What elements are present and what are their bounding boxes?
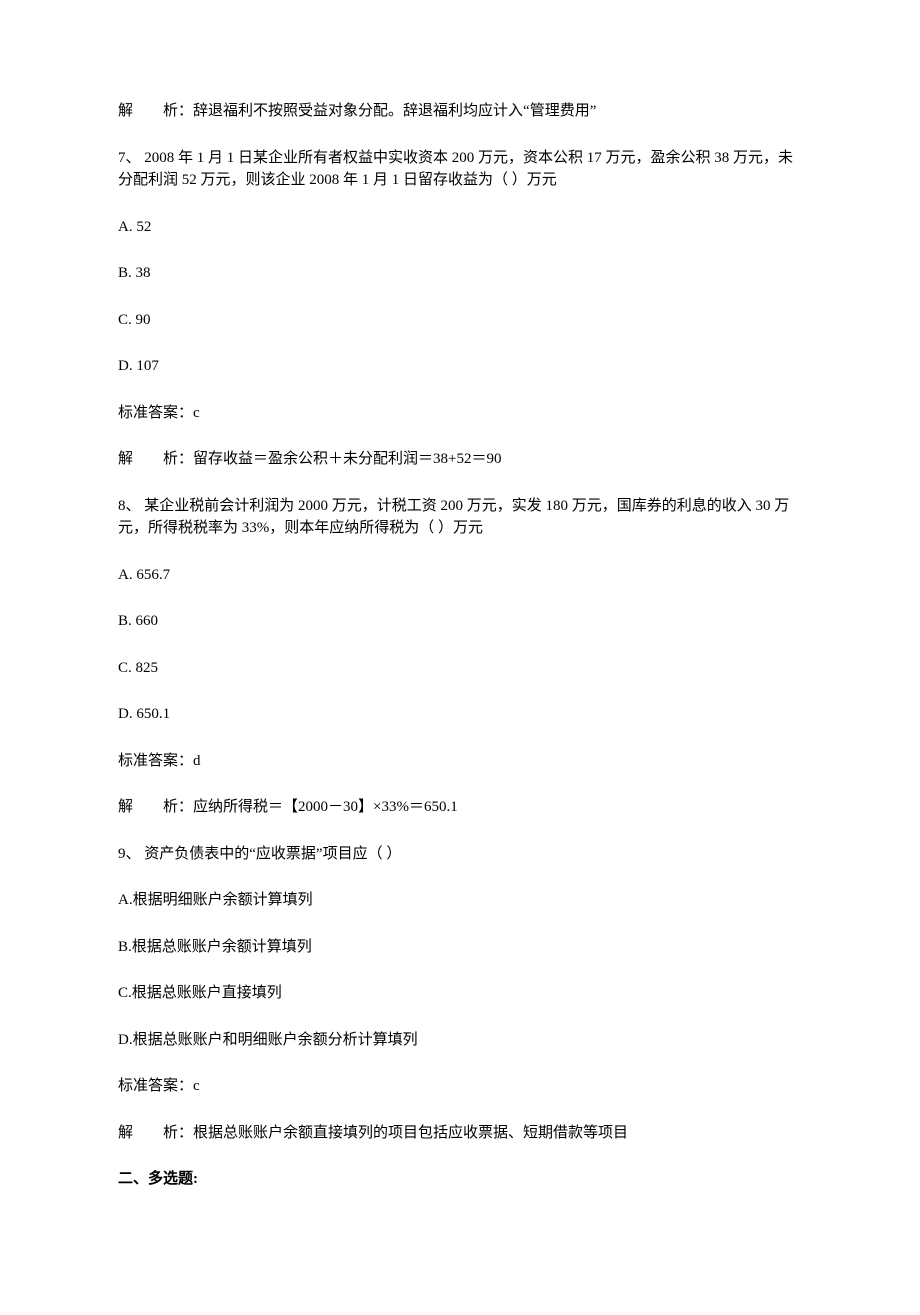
question-8-stem: 8、 某企业税前会计利润为 2000 万元，计税工资 200 万元，实发 180… [118, 495, 802, 540]
analysis-6: 解 析：辞退福利不按照受益对象分配。辞退福利均应计入“管理费用” [118, 100, 802, 123]
question-7-answer: 标准答案：c [118, 402, 802, 425]
analysis-gap [133, 799, 163, 815]
analysis-label: 解 [118, 451, 133, 467]
question-8-option-c: C. 825 [118, 657, 802, 680]
analysis-7: 解 析：留存收益＝盈余公积＋未分配利润＝38+52＝90 [118, 448, 802, 471]
question-7-stem: 7、 2008 年 1 月 1 日某企业所有者权益中实收资本 200 万元，资本… [118, 147, 802, 192]
question-9-option-d: D.根据总账账户和明细账户余额分析计算填列 [118, 1029, 802, 1052]
question-7-option-b: B. 38 [118, 262, 802, 285]
section-2-heading: 二、多选题: [118, 1168, 802, 1191]
question-8-option-d: D. 650.1 [118, 703, 802, 726]
analysis-text: 析：辞退福利不按照受益对象分配。辞退福利均应计入“管理费用” [163, 103, 596, 119]
question-9-option-b: B.根据总账账户余额计算填列 [118, 936, 802, 959]
question-7-option-a: A. 52 [118, 216, 802, 239]
analysis-gap [133, 1125, 163, 1141]
question-8-answer: 标准答案：d [118, 750, 802, 773]
question-9-option-a: A.根据明细账户余额计算填列 [118, 889, 802, 912]
question-9-answer: 标准答案：c [118, 1075, 802, 1098]
analysis-text: 析：应纳所得税＝【2000－30】×33%＝650.1 [163, 799, 458, 815]
analysis-gap [133, 451, 163, 467]
question-9-stem: 9、 资产负债表中的“应收票据”项目应（ ） [118, 843, 802, 866]
analysis-gap [133, 103, 163, 119]
analysis-text: 析：留存收益＝盈余公积＋未分配利润＝38+52＝90 [163, 451, 501, 467]
analysis-label: 解 [118, 1125, 133, 1141]
analysis-8: 解 析：应纳所得税＝【2000－30】×33%＝650.1 [118, 796, 802, 819]
analysis-text: 析：根据总账账户余额直接填列的项目包括应收票据、短期借款等项目 [163, 1125, 628, 1141]
analysis-9: 解 析：根据总账账户余额直接填列的项目包括应收票据、短期借款等项目 [118, 1122, 802, 1145]
question-8-option-a: A. 656.7 [118, 564, 802, 587]
question-7-option-c: C. 90 [118, 309, 802, 332]
question-7-option-d: D. 107 [118, 355, 802, 378]
question-8-option-b: B. 660 [118, 610, 802, 633]
analysis-label: 解 [118, 799, 133, 815]
question-9-option-c: C.根据总账账户直接填列 [118, 982, 802, 1005]
document-page: 解 析：辞退福利不按照受益对象分配。辞退福利均应计入“管理费用” 7、 2008… [0, 0, 920, 1315]
analysis-label: 解 [118, 103, 133, 119]
